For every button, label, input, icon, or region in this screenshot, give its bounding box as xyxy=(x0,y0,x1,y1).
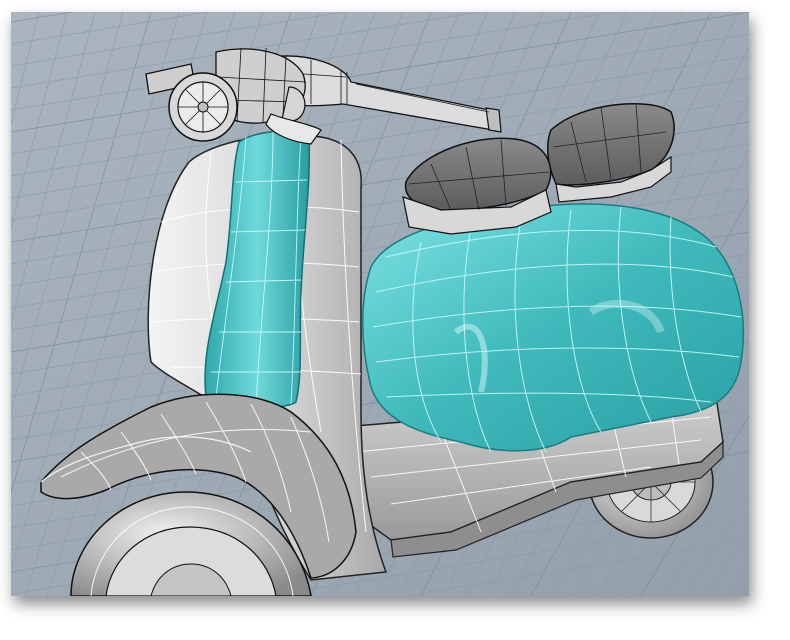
headlight[interactable] xyxy=(168,72,238,142)
side-cowling-selected[interactable] xyxy=(362,203,745,453)
viewport-frame xyxy=(11,12,749,596)
viewport-canvas[interactable] xyxy=(11,12,749,596)
modeling-viewport[interactable] xyxy=(11,12,749,596)
